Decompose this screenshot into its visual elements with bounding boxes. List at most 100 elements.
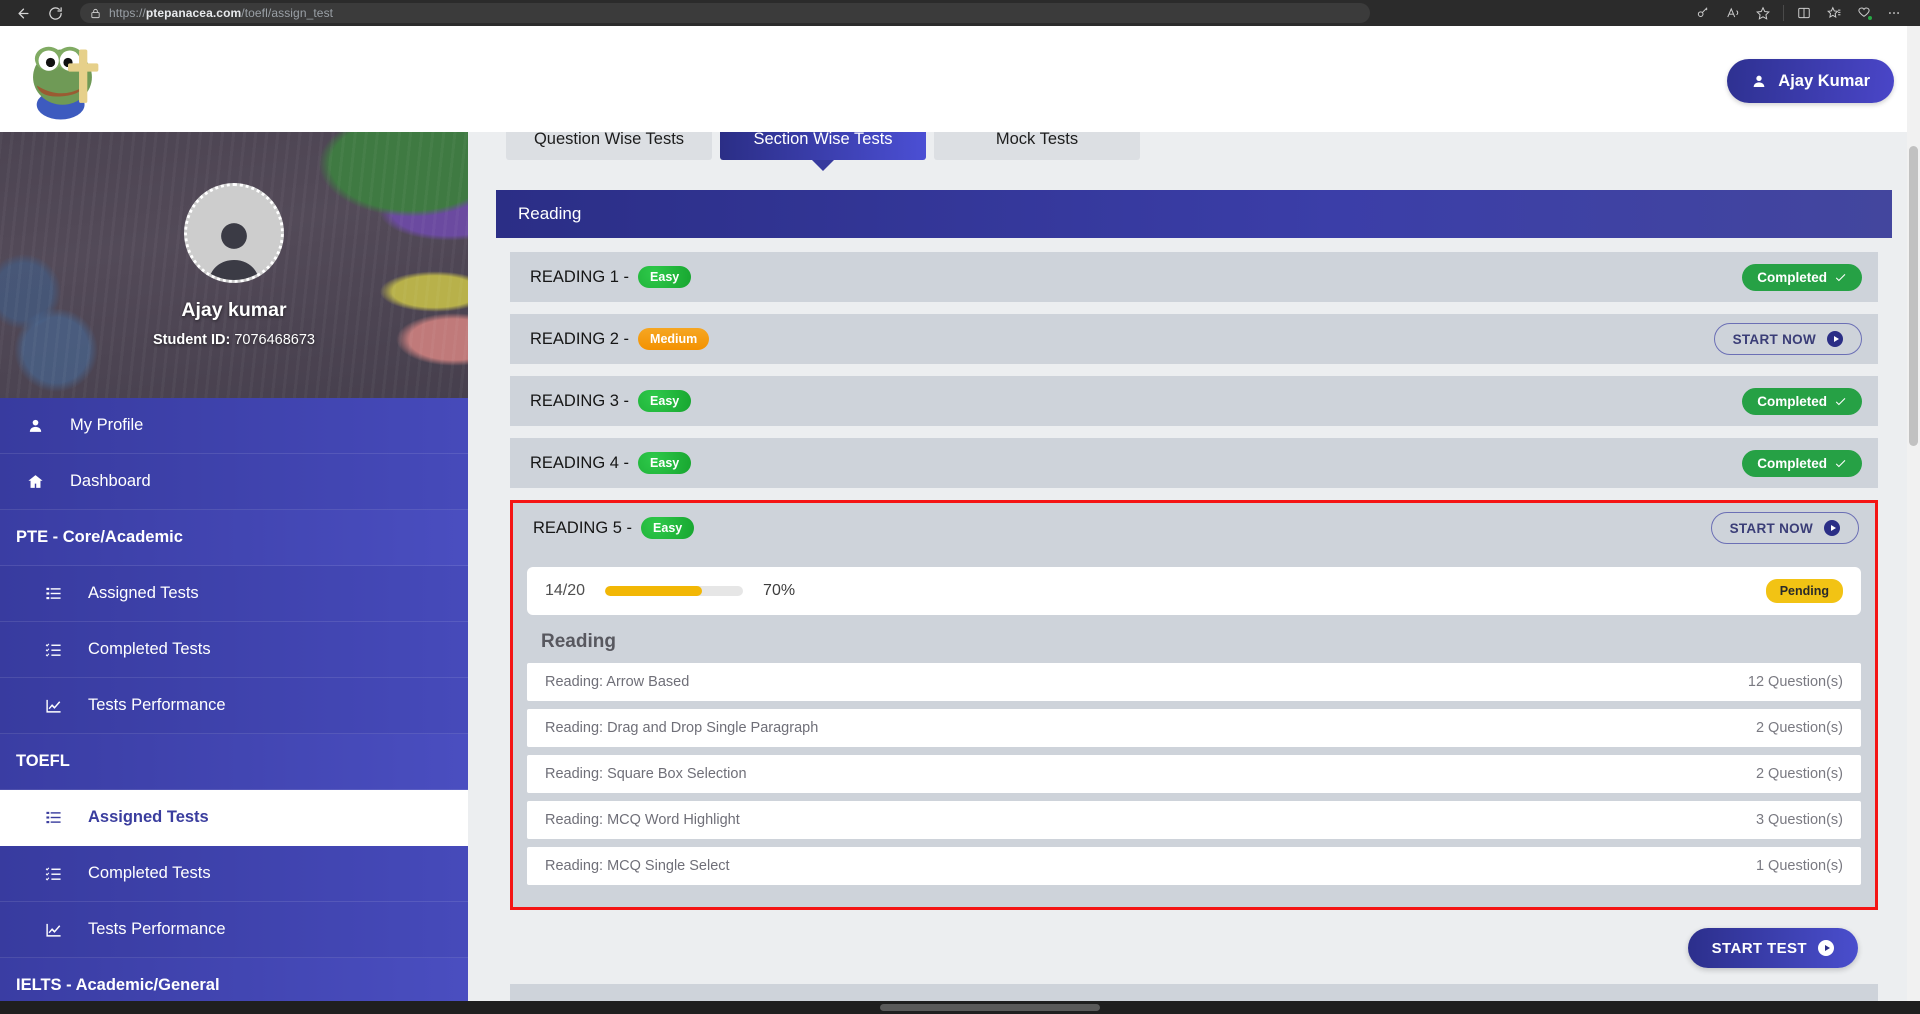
test-label: READING 4 - (530, 453, 630, 472)
sidebar-item-toefl[interactable]: TOEFL (0, 734, 468, 790)
url-path: /toefl/assign_test (241, 6, 334, 20)
app-header: Ajay Kumar (0, 26, 1920, 132)
sidebar-item-label: My Profile (70, 416, 144, 434)
user-icon (1753, 75, 1765, 87)
start-test-row: START TEST (510, 910, 1878, 984)
score-summary: 14/20 70% Pending (527, 567, 1861, 615)
expanded-test-label: READING 5 - (533, 518, 633, 537)
question-type-name: Reading: MCQ Single Select (545, 858, 730, 874)
tab-mock-tests[interactable]: Mock Tests (934, 132, 1140, 160)
sidebar-item-label: Assigned Tests (88, 808, 209, 826)
settings-more-icon[interactable] (1880, 2, 1908, 24)
scrollbar-thumb-horizontal[interactable] (880, 1004, 1100, 1011)
question-count: 1 Question(s) (1755, 858, 1843, 874)
tab-label: Mock Tests (995, 132, 1079, 148)
start-now-label: START NOW (1732, 331, 1816, 347)
question-type-list: Reading: Arrow Based 12 Question(s) Readin… (527, 663, 1861, 885)
question-type-row-reading-drag-and-drop-single-paragraph[interactable]: Reading: Drag and Drop Single Paragraph 2… (527, 709, 1861, 747)
favorite-star-icon[interactable] (1749, 2, 1777, 24)
chart-line-icon (18, 921, 88, 938)
next-test-row-partial[interactable] (510, 984, 1878, 1001)
start-now-button[interactable]: START NOW (1713, 323, 1862, 355)
test-label: READING 2 - (530, 329, 630, 348)
question-count: 3 Question(s) (1755, 812, 1843, 828)
check-icon (1835, 397, 1846, 405)
question-type-name: Reading: MCQ Word Highlight (545, 812, 740, 828)
check-icon (1835, 273, 1846, 281)
back-arrow-icon[interactable] (10, 2, 36, 24)
test-label: READING 3 - (530, 391, 630, 410)
user-account-label: Ajay Kumar (1778, 71, 1870, 90)
read-aloud-icon[interactable] (1719, 2, 1747, 24)
question-count: 2 Question(s) (1755, 766, 1843, 782)
test-name: READING 1 - Easy (530, 266, 692, 288)
sidebar-item-pte-core-academic[interactable]: PTE - Core/Academic (0, 510, 468, 566)
tab-question-wise-tests[interactable]: Question Wise Tests (506, 132, 712, 160)
expanded-test-header[interactable]: READING 5 - Easy START NOW (513, 503, 1875, 553)
sidebar-item-dashboard[interactable]: Dashboard (0, 454, 468, 510)
collections-icon[interactable] (1820, 2, 1848, 24)
start-test-button[interactable]: START TEST (1687, 928, 1858, 968)
question-type-row-reading-mcq-single-select[interactable]: Reading: MCQ Single Select 1 Question(s) (527, 847, 1861, 885)
user-account-button[interactable]: Ajay Kumar (1727, 59, 1894, 103)
difficulty-badge: Easy (638, 390, 692, 412)
browser-essentials-icon[interactable] (1850, 2, 1878, 24)
completed-badge[interactable]: Completed (1742, 449, 1862, 477)
url-domain: ptepanacea.com (145, 6, 242, 20)
page-scrollbar-vertical[interactable] (1907, 26, 1920, 1001)
question-count: 2 Question(s) (1755, 720, 1843, 736)
sidebar-item-my-profile[interactable]: My Profile (0, 398, 468, 454)
completed-badge[interactable]: Completed (1742, 263, 1862, 291)
difficulty-badge: Easy (641, 517, 695, 539)
question-type-row-reading-square-box-selection[interactable]: Reading: Square Box Selection 2 Question(… (527, 755, 1861, 793)
test-label: READING 1 - (530, 267, 630, 286)
browser-toolbar: https://ptepanacea.com/toefl/assign_test (0, 0, 1920, 26)
test-name: READING 3 - Easy (530, 390, 692, 412)
completed-label: Completed (1757, 269, 1827, 285)
scrollbar-thumb[interactable] (1909, 146, 1918, 446)
question-type-row-reading-mcq-word-highlight[interactable]: Reading: MCQ Word Highlight 3 Question(s) (527, 801, 1861, 839)
tab-section-wise-tests[interactable]: Section Wise Tests (720, 132, 926, 160)
sidebar-item-assigned-tests[interactable]: Assigned Tests (0, 790, 468, 846)
key-icon[interactable] (1689, 2, 1717, 24)
section-panel-body: READING 1 - Easy Completed READING 2 - Mediu… (496, 238, 1892, 1001)
sidebar-item-ielts-academic-general[interactable]: IELTS - Academic/General (0, 958, 468, 1001)
question-section-title: Reading (541, 631, 616, 652)
start-test-label: START TEST (1711, 939, 1807, 957)
progress-bar-fill (605, 586, 702, 596)
sidebar-item-label: Tests Performance (88, 920, 226, 938)
status-badge: Pending (1765, 579, 1843, 603)
avatar (184, 182, 284, 283)
reload-icon[interactable] (42, 2, 68, 24)
expanded-test-body: 14/20 70% Pending Reading Reading: Arrow… (513, 567, 1875, 907)
sidebar-item-tests-performance[interactable]: Tests Performance (0, 902, 468, 958)
profile-name: Ajay kumar (181, 298, 287, 321)
score-status-wrap: Pending (1765, 579, 1843, 603)
start-now-button[interactable]: START NOW (1710, 512, 1859, 544)
sidebar-item-completed-tests[interactable]: Completed Tests (0, 622, 468, 678)
avatar-placeholder-icon (209, 222, 259, 280)
test-list: READING 1 - Easy Completed READING 2 - Mediu… (510, 252, 1878, 488)
expanded-test-card: READING 5 - Easy START NOW 14/20 70% Pen… (510, 500, 1878, 910)
test-row-reading-3[interactable]: READING 3 - Easy Completed (510, 376, 1878, 426)
question-count: 12 Question(s) (1747, 674, 1843, 690)
sidebar-item-completed-tests[interactable]: Completed Tests (0, 846, 468, 902)
address-bar[interactable]: https://ptepanacea.com/toefl/assign_test (80, 3, 1370, 23)
test-row-reading-4[interactable]: READING 4 - Easy Completed (510, 438, 1878, 488)
test-row-reading-1[interactable]: READING 1 - Easy Completed (510, 252, 1878, 302)
pte-panacea-frog-logo[interactable] (22, 33, 114, 125)
student-id-label: Student ID: (152, 331, 231, 348)
test-row-reading-2[interactable]: READING 2 - Medium START NOW (510, 314, 1878, 364)
split-screen-icon[interactable] (1790, 2, 1818, 24)
test-type-tabs: Question Wise Tests Section Wise Tests Moc… (496, 132, 1892, 160)
completed-badge[interactable]: Completed (1742, 387, 1862, 415)
test-row-actions: Completed (1742, 449, 1862, 477)
tab-label: Question Wise Tests (533, 132, 685, 148)
test-row-actions: START NOW (1713, 323, 1862, 355)
sidebar-item-assigned-tests[interactable]: Assigned Tests (0, 566, 468, 622)
student-id-value: 7076468673 (234, 331, 315, 348)
sidebar-item-tests-performance[interactable]: Tests Performance (0, 678, 468, 734)
question-type-row-reading-arrow-based[interactable]: Reading: Arrow Based 12 Question(s) (527, 663, 1861, 701)
test-name: READING 2 - Medium (530, 328, 710, 350)
toolbar-divider (1783, 5, 1784, 21)
